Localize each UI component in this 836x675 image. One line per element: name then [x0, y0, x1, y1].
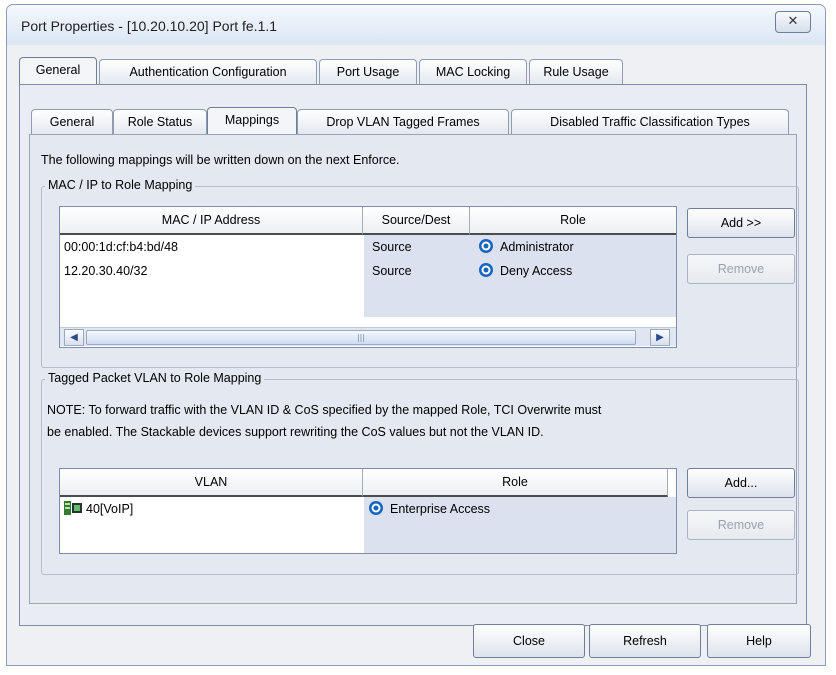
tab-port-usage[interactable]: Port Usage — [319, 59, 417, 84]
vlan-remove-button[interactable]: Remove — [687, 510, 795, 540]
source-dest-cell: Source — [372, 264, 412, 278]
column-header-role[interactable]: Role — [470, 207, 676, 235]
help-button[interactable]: Help — [707, 624, 811, 658]
mac-address-cell: 12.20.30.40/32 — [64, 264, 148, 278]
tab-authentication-configuration[interactable]: Authentication Configuration — [99, 59, 317, 84]
mac-add-button[interactable]: Add >> — [687, 208, 795, 238]
subtab-disabled-traffic-classification-types[interactable]: Disabled Traffic Classification Types — [511, 109, 789, 134]
tab-general[interactable]: General — [19, 57, 97, 84]
column-header-source-dest[interactable]: Source/Dest — [363, 207, 470, 235]
scroll-right-arrow-icon[interactable]: ▶ — [650, 329, 670, 346]
subtab-drop-vlan-tagged-frames[interactable]: Drop VLAN Tagged Frames — [297, 109, 509, 134]
window-close-button[interactable]: ✕ — [775, 11, 811, 33]
dialog-client-area: General Authentication Configuration Por… — [7, 45, 825, 665]
role-icon — [479, 263, 493, 277]
vlan-note-line-2: be enabled. The Stackable devices suppor… — [47, 425, 544, 439]
tab-mac-locking[interactable]: MAC Locking — [419, 59, 527, 84]
mac-ip-group-label: MAC / IP to Role Mapping — [45, 178, 196, 192]
role-icon — [479, 239, 493, 253]
horizontal-scrollbar[interactable]: ◀ ||| ▶ — [60, 327, 676, 346]
column-header-vlan[interactable]: VLAN — [60, 469, 363, 497]
enforce-info-text: The following mappings will be written d… — [41, 153, 400, 167]
scroll-left-arrow-icon[interactable]: ◀ — [64, 329, 84, 346]
vlan-group-label: Tagged Packet VLAN to Role Mapping — [45, 371, 265, 385]
vlan-table: VLAN Role 40[VoIP] Enterprise Access — [59, 468, 677, 554]
role-cell: Enterprise Access — [390, 502, 491, 516]
role-icon — [369, 501, 383, 515]
subtab-general[interactable]: General — [31, 109, 113, 134]
subtab-role-status[interactable]: Role Status — [113, 109, 207, 134]
vlan-note-line-1: NOTE: To forward traffic with the VLAN I… — [47, 403, 602, 417]
role-cell: Deny Access — [500, 264, 573, 278]
role-cell: Administrator — [500, 240, 574, 254]
title-bar[interactable]: Port Properties - [10.20.10.20] Port fe.… — [7, 5, 825, 45]
column-header-role[interactable]: Role — [363, 469, 668, 497]
port-properties-dialog: Port Properties - [10.20.10.20] Port fe.… — [6, 4, 826, 666]
vlan-icon — [64, 501, 82, 515]
refresh-button[interactable]: Refresh — [589, 624, 701, 658]
mac-ip-table: MAC / IP Address Source/Dest Role 00:00:… — [59, 206, 677, 348]
vlan-add-button[interactable]: Add... — [687, 468, 795, 498]
vlan-cell: 40[VoIP] — [86, 502, 134, 516]
mac-remove-button[interactable]: Remove — [687, 254, 795, 284]
scroll-thumb[interactable]: ||| — [86, 330, 636, 345]
window-title: Port Properties - [10.20.10.20] Port fe.… — [21, 18, 278, 34]
tab-rule-usage[interactable]: Rule Usage — [529, 59, 623, 84]
mac-address-cell: 00:00:1d:cf:b4:bd/48 — [64, 240, 178, 254]
subtab-mappings[interactable]: Mappings — [207, 107, 297, 134]
column-header-mac-ip-address[interactable]: MAC / IP Address — [60, 207, 363, 235]
source-dest-cell: Source — [372, 240, 412, 254]
close-button[interactable]: Close — [473, 624, 585, 658]
